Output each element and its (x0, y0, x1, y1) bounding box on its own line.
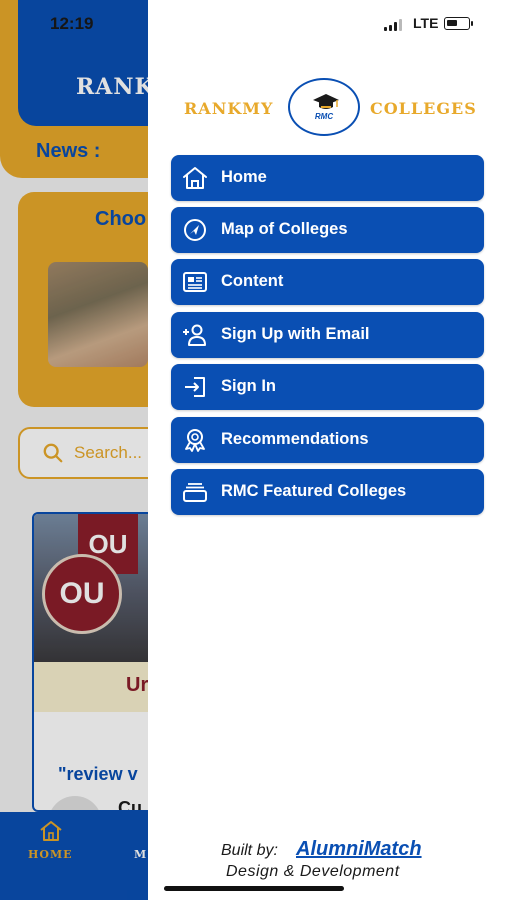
menu-item-content[interactable]: Content (171, 259, 484, 305)
menu-item-sign-up[interactable]: Sign Up with Email (171, 312, 484, 358)
network-label: LTE (413, 15, 439, 31)
navigation-icon (184, 219, 206, 241)
newspaper-icon (183, 272, 207, 292)
home-icon (183, 167, 207, 189)
built-by-label: Built by: (221, 842, 278, 859)
menu-label-map: Map of Colleges (221, 220, 348, 238)
battery-level (447, 20, 457, 26)
menu-item-sign-in[interactable]: Sign In (171, 364, 484, 410)
award-icon (185, 429, 205, 452)
graduation-cap-icon (313, 94, 339, 109)
battery-icon (444, 17, 470, 30)
brand-badge-text: RMC (314, 112, 334, 121)
sign-in-icon (185, 377, 205, 397)
menu-label-sign-up: Sign Up with Email (221, 325, 370, 343)
alumnimatch-link[interactable]: AlumniMatch (296, 838, 422, 861)
add-user-icon (183, 324, 206, 346)
menu-label-featured: RMC Featured Colleges (221, 482, 407, 500)
menu-item-home[interactable]: Home (171, 155, 484, 201)
footer-tagline: Design & Development (226, 863, 400, 880)
brand-logo: RANKMY RMC COLLEGES (148, 78, 507, 138)
status-bar: LTE (148, 0, 507, 46)
menu-label-recommendations: Recommendations (221, 430, 369, 448)
battery-tip (471, 21, 473, 26)
brand-badge: RMC (288, 78, 360, 136)
menu-item-featured-colleges[interactable]: RMC Featured Colleges (171, 469, 484, 515)
drawer-footer: Built by: AlumniMatch Design & Developme… (148, 838, 507, 888)
menu-item-map-of-colleges[interactable]: Map of Colleges (171, 207, 484, 253)
collection-icon (183, 483, 207, 502)
brand-text-right: COLLEGES (370, 99, 477, 118)
signal-icon (384, 19, 402, 31)
menu-item-recommendations[interactable]: Recommendations (171, 417, 484, 463)
home-indicator[interactable] (164, 886, 344, 891)
brand-text-left: RANKMY (184, 99, 274, 118)
menu-label-content: Content (221, 272, 284, 290)
menu-label-home: Home (221, 168, 267, 186)
menu-label-sign-in: Sign In (221, 377, 276, 395)
